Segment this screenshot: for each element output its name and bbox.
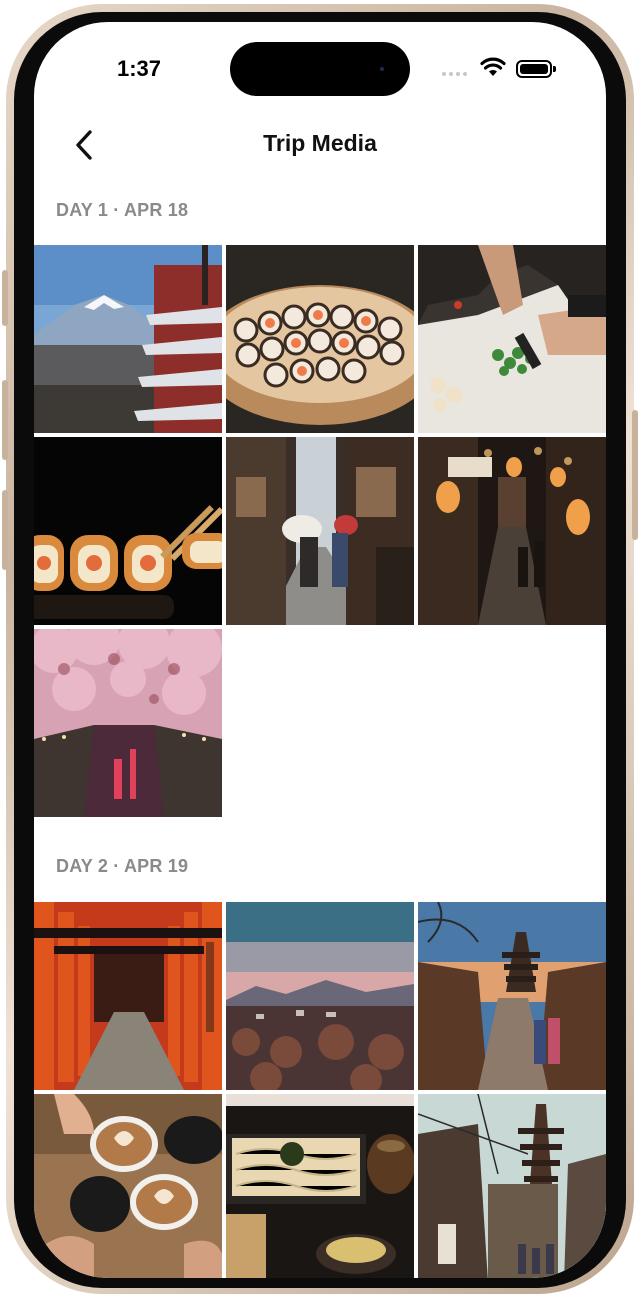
city-sunset-mountains-photo[interactable]: [226, 902, 414, 1090]
section-header-day-1: DAY 1 · APR 18: [56, 200, 189, 220]
yasaka-pagoda-street-photo[interactable]: [418, 1094, 606, 1278]
status-bar: 1:37: [34, 22, 606, 118]
pagoda-street-kimono-photo[interactable]: [418, 902, 606, 1090]
power-button: [632, 410, 638, 540]
mute-switch: [2, 270, 8, 326]
battery-icon: [516, 60, 556, 78]
chopping-vegetables-photo[interactable]: [418, 245, 606, 433]
soba-noodles-meal-photo[interactable]: [226, 1094, 414, 1278]
mount-fuji-pagoda-photo[interactable]: [34, 245, 222, 433]
page-title: Trip Media: [263, 130, 377, 156]
section-header-day-2: DAY 2 · APR 19: [56, 856, 189, 876]
torii-gates-path-photo[interactable]: [34, 902, 222, 1090]
sushi-platter-photo[interactable]: [226, 245, 414, 433]
screen: 1:37 Trip Media DAY 1 · APR 18 DAY 2 · A…: [34, 22, 606, 1278]
volume-up-button: [2, 380, 8, 460]
kimono-umbrella-street-photo[interactable]: [226, 437, 414, 625]
volume-down-button: [2, 490, 8, 570]
navigation-bar: Trip Media: [34, 118, 606, 170]
latte-art-cups-photo[interactable]: [34, 1094, 222, 1278]
status-time: 1:37: [116, 56, 162, 81]
sushi-rolls-chopsticks-photo[interactable]: [34, 437, 222, 625]
cellular-signal-icon: [442, 64, 472, 76]
cherry-blossom-canal-photo[interactable]: [34, 629, 222, 817]
lantern-alley-night-photo[interactable]: [418, 437, 606, 625]
camera-dot: [380, 67, 384, 71]
wifi-icon: [480, 57, 506, 76]
